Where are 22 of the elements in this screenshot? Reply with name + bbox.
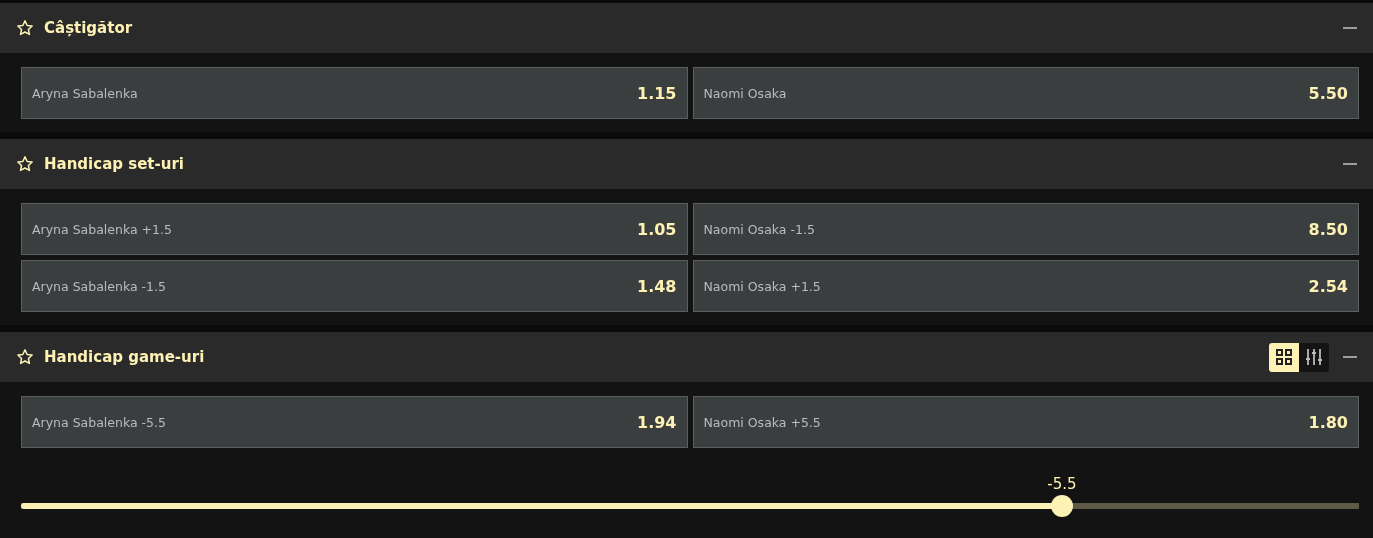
slider-thumb[interactable] [1050,495,1073,517]
market-title: Handicap set-uri [44,155,185,173]
odds-button[interactable]: Naomi Osaka -1.5 8.50 [692,203,1359,255]
odds-button[interactable]: Naomi Osaka +5.5 1.80 [692,396,1359,448]
star-icon[interactable] [16,19,34,37]
odds-button[interactable]: Aryna Sabalenka -1.5 1.48 [21,260,688,312]
sliders-icon [1305,348,1323,366]
market-header[interactable]: Handicap game-uri [0,332,1373,382]
market-header[interactable]: Handicap set-uri [0,139,1373,189]
slider-value: -5.5 [1047,475,1077,493]
market-title: Handicap game-uri [44,348,206,366]
odds-button[interactable]: Aryna Sabalenka 1.15 [21,67,688,119]
market-title: Câștigător [44,19,134,37]
odds-button[interactable]: Naomi Osaka 5.50 [692,67,1359,119]
odds-button[interactable]: Naomi Osaka +1.5 2.54 [692,260,1359,312]
odds-button[interactable]: Aryna Sabalenka -5.5 1.94 [21,396,688,448]
market-header[interactable]: Câștigător [0,3,1373,53]
odds-button[interactable]: Aryna Sabalenka +1.5 1.05 [21,203,688,255]
star-icon[interactable] [16,348,34,366]
grid-icon [1275,348,1293,366]
grid-view-button[interactable] [1269,342,1299,372]
star-icon[interactable] [16,155,34,173]
